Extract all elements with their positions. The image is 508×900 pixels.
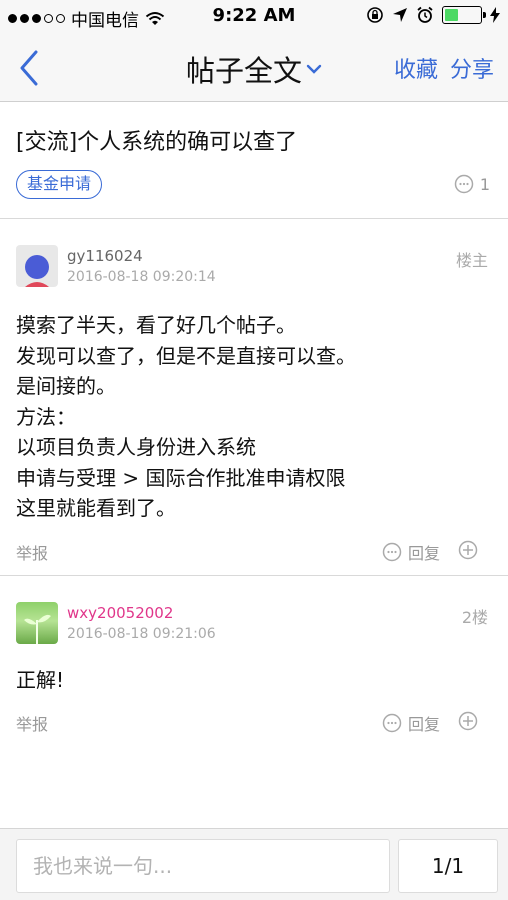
floor-label: 2楼 [461,608,488,627]
status-bar: 中国电信 9:22 AM [0,0,508,34]
default-avatar-icon [25,255,49,287]
post-item: wxy20052002 2016-08-18 09:21:06 2楼 正解! 举… [0,577,508,747]
reply-button[interactable]: 回复 [382,540,440,564]
plus-circle-icon[interactable] [458,711,478,731]
reply-button[interactable]: 回复 [382,711,440,735]
content-line: 申请与受理 > 国际合作批准申请权限 [16,465,346,490]
reply-input[interactable] [16,839,390,893]
post-content: 摸索了半天，看了好几个帖子。 发现可以查了，但是不是直接可以查。 是间接的。 方… [16,310,356,524]
comment-bubble-icon [382,713,402,733]
post-time: 2016-08-18 09:21:06 [67,626,216,642]
navigation-bar: 帖子全文 收藏 分享 [0,34,508,102]
comment-bubble-icon [382,542,402,562]
floor-label: 楼主 [455,251,488,270]
content-line: 发现可以查了，但是不是直接可以查。 [16,343,356,368]
alarm-icon [417,6,433,23]
location-arrow-icon [393,8,407,22]
page-title: 帖子全文 [185,54,302,88]
battery-icon [442,6,486,24]
charging-bolt-icon [490,7,500,23]
status-right [366,6,500,24]
content-line: 正解! [16,668,65,692]
report-button[interactable]: 举报 [16,711,48,735]
avatar[interactable] [16,602,58,644]
post-username[interactable]: wxy20052002 [67,604,173,622]
comment-count-value: 1 [479,174,490,194]
thread-title: [交流]个人系统的确可以查了 [16,130,298,155]
reply-label: 回复 [407,544,440,563]
post-username[interactable]: gy116024 [67,247,143,265]
content-line: 方法： [16,404,76,429]
comment-count: 1 [454,174,490,194]
content-line: 以项目负责人身份进入系统 [16,435,256,459]
bottom-reply-bar: 1/1 [0,828,508,900]
reply-label: 回复 [407,715,440,734]
avatar[interactable] [16,245,58,287]
rotation-lock-icon [367,7,383,23]
content-line: 摸索了半天，看了好几个帖子。 [16,313,296,337]
post-time: 2016-08-18 09:20:14 [67,269,216,285]
page-indicator[interactable]: 1/1 [398,839,498,893]
share-button[interactable]: 分享 [450,52,494,84]
category-tag[interactable]: 基金申请 [16,170,103,199]
favorite-button[interactable]: 收藏 [394,52,438,84]
post-item: gy116024 2016-08-18 09:20:14 楼主 摸索了半天，看了… [0,220,508,576]
chevron-down-icon [306,64,322,74]
comment-bubble-icon [454,174,474,194]
nav-actions: 收藏 分享 [394,52,494,84]
report-button[interactable]: 举报 [16,540,48,564]
content-line: 是间接的。 [16,374,116,398]
plus-circle-icon[interactable] [458,540,478,560]
post-content: 正解! [16,665,64,696]
plant-avatar-icon [24,614,51,644]
thread-header: [交流]个人系统的确可以查了 基金申请 1 [0,102,508,219]
content-line: 这里就能看到了。 [16,496,176,520]
